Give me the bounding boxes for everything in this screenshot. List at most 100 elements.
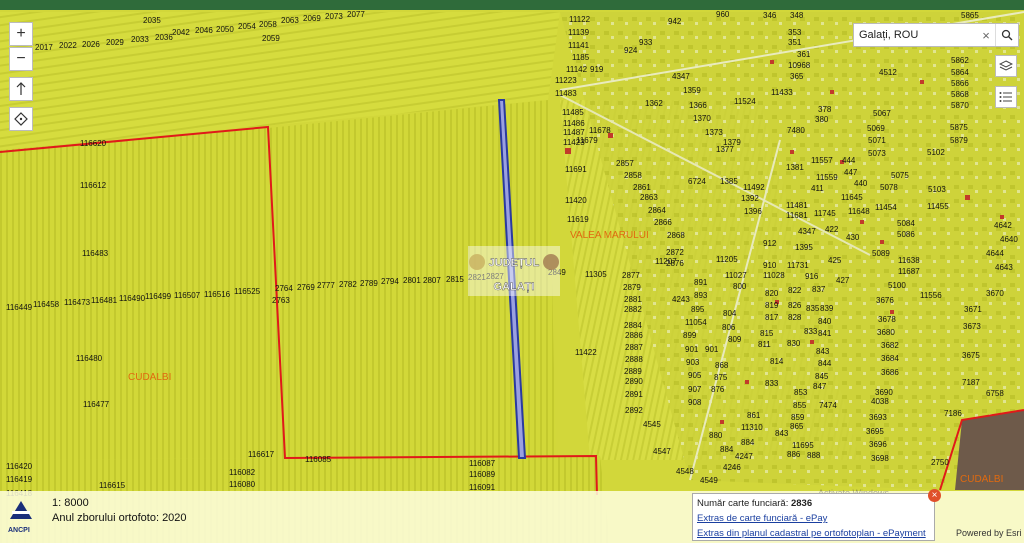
parcel-label: 912 — [763, 239, 777, 248]
parcel-label: 11122 — [569, 15, 591, 24]
parcel-label: 811 — [758, 340, 771, 349]
parcel-label: 5084 — [897, 219, 915, 228]
parcel-label: 910 — [763, 261, 777, 270]
parcel-label: 819 — [765, 301, 779, 310]
parcel-label: 2764 — [275, 284, 293, 293]
parcel-label: 3673 — [963, 322, 981, 331]
parcel-label: 806 — [722, 323, 736, 332]
parcel-label: 919 — [590, 65, 604, 74]
ortho-year-label: Anul zborului ortofoto: 2020 — [52, 512, 187, 524]
parcel-label: 11305 — [585, 270, 607, 279]
parcel-label: 361 — [797, 50, 811, 59]
parcel-label: 817 — [765, 313, 779, 322]
parcel-label: 1373 — [705, 128, 723, 137]
locate-button[interactable] — [9, 77, 33, 101]
parcel-label: 4640 — [1000, 235, 1018, 244]
parcel-label: 880 — [709, 431, 723, 440]
parcel-label: 3690 — [875, 388, 893, 397]
search-icon[interactable] — [995, 24, 1018, 46]
layers-button[interactable] — [995, 55, 1017, 77]
parcel-label: 3671 — [964, 305, 982, 314]
parcel-label: 4247 — [735, 452, 753, 461]
cadastral-map[interactable]: 2035 2017 2022 2026 2029 2033 20362042 2046 2050… — [0, 0, 1024, 543]
search-box[interactable]: Galați, ROU × — [853, 23, 1019, 47]
zoom-out-button[interactable]: − — [9, 47, 33, 71]
parcel-label: 2042 — [172, 28, 190, 37]
parcel-label: 3678 — [878, 315, 896, 324]
parcel-label: 839 — [820, 304, 834, 313]
extract-cf-link[interactable]: Extras de carte funciară - ePay — [697, 511, 930, 526]
parcel-label: 820 — [765, 289, 779, 298]
parcel-label: 116473 — [64, 298, 91, 307]
parcel-label: 2877 — [622, 271, 640, 280]
esri-attribution: Powered by Esri — [956, 528, 1022, 538]
parcel-label: 3684 — [881, 354, 899, 363]
parcel-label: 5071 — [868, 136, 886, 145]
parcel-label: 11054 — [685, 318, 707, 327]
parcel-label: 2029 — [106, 38, 124, 47]
parcel-label: 7474 — [819, 401, 837, 410]
parcel-label: 5864 — [951, 68, 969, 77]
parcel-label: 11422 — [575, 348, 597, 357]
parcel-label: 5868 — [951, 90, 969, 99]
parcel-label: 828 — [788, 313, 802, 322]
zoom-in-button[interactable]: + — [9, 22, 33, 46]
parcel-label: 2069 — [303, 14, 321, 23]
parcel-label: 901 — [685, 345, 699, 354]
parcel-label: 1385 — [720, 177, 738, 186]
parcel-label: 2887 — [625, 343, 643, 352]
parcel-label: 11027 — [725, 271, 747, 280]
parcel-label: 859 — [791, 413, 805, 422]
parcel-label: 2763 — [272, 296, 290, 305]
popup-close-button[interactable]: × — [928, 489, 941, 502]
parcel-label: 2801 — [403, 276, 421, 285]
parcel-label: 5103 — [928, 185, 946, 194]
parcel-label: 804 — [723, 309, 737, 318]
parcel-label: 5069 — [867, 124, 885, 133]
parcel-label: 3682 — [881, 341, 899, 350]
search-input[interactable]: Galați, ROU — [854, 29, 977, 41]
parcel-label: 2863 — [640, 193, 658, 202]
parcel-label: 2054 — [238, 22, 256, 31]
parcel-label: 2888 — [625, 355, 643, 364]
clear-icon[interactable]: × — [977, 28, 995, 43]
extract-cadastral-link[interactable]: Extras din planul cadastral pe ortofotop… — [697, 526, 930, 541]
parcel-label: 3698 — [871, 454, 889, 463]
locality-label: CUDALBI — [960, 474, 1003, 485]
parcel-label: 116483 — [82, 249, 109, 258]
parcel-label: 2036 — [155, 33, 173, 42]
parcel-label: 11695 — [792, 441, 814, 450]
parcel-label: 822 — [788, 286, 802, 295]
home-button[interactable] — [9, 107, 33, 131]
parcel-label: 11141 — [568, 41, 590, 50]
parcel-label: 833 — [804, 327, 818, 336]
parcel-label: 845 — [815, 372, 829, 381]
parcel-label: 10968 — [788, 61, 811, 70]
parcel-label: 2807 — [423, 276, 441, 285]
compass-icon — [14, 112, 28, 126]
parcel-label: 5862 — [951, 56, 969, 65]
parcel-label: 5875 — [950, 123, 968, 132]
parcel-label: 11205 — [716, 255, 738, 264]
parcel-label: 5073 — [868, 149, 886, 158]
parcel-label: 116612 — [80, 181, 107, 190]
parcel-label: 2769 — [297, 283, 315, 292]
parcel-label: 116620 — [80, 139, 107, 148]
parcel-label: 11678 — [589, 126, 611, 135]
layers-icon — [999, 60, 1013, 71]
parcel-label: 861 — [747, 411, 761, 420]
parcel-label: 2789 — [360, 279, 378, 288]
parcel-label: 924 — [624, 46, 638, 55]
north-arrow-icon — [16, 82, 26, 95]
parcel-label: 2815 — [446, 275, 464, 284]
parcel-label: 11486 — [563, 119, 585, 128]
legend-button[interactable] — [995, 86, 1017, 108]
county-badge-line1: JUDEȚUL — [489, 257, 540, 269]
parcel-label: 2022 — [59, 41, 77, 50]
parcel-label: 11556 — [920, 291, 942, 300]
parcel-label: 908 — [688, 398, 702, 407]
parcel-label: 3695 — [866, 427, 884, 436]
parcel-label: 11557 — [811, 156, 833, 165]
parcel-label: 815 — [760, 329, 774, 338]
parcel-label: 11142 — [566, 65, 588, 74]
